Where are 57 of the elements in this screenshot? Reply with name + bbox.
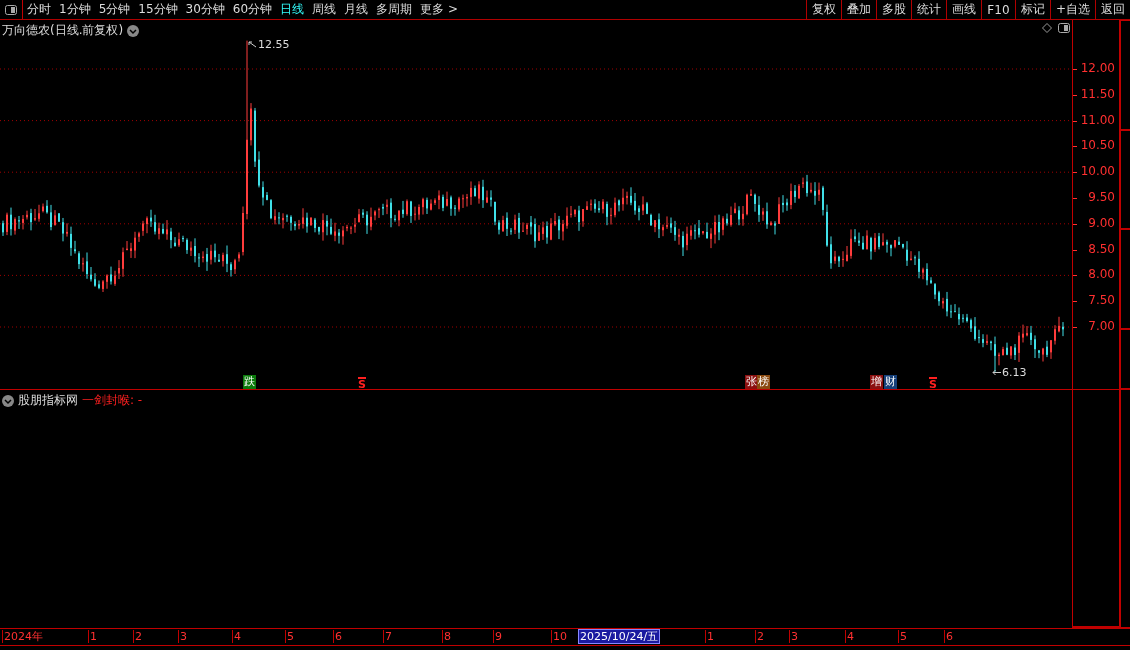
dropdown-icon[interactable]	[127, 24, 140, 37]
panel-icon[interactable]	[1058, 23, 1070, 33]
period-tab[interactable]: 60分钟	[228, 0, 277, 19]
panel-icon	[5, 4, 17, 15]
date-label: 1	[88, 630, 97, 643]
date-label: 4	[845, 630, 854, 643]
high-price-label: 12.55	[258, 38, 290, 51]
price-tick: 11.50	[1080, 86, 1115, 101]
signal-tag: 跌	[243, 375, 256, 389]
sell-signal: S	[358, 377, 366, 391]
price-tick: 10.00	[1080, 164, 1115, 179]
price-tick: 11.00	[1080, 112, 1115, 127]
period-tab[interactable]: 多周期	[372, 0, 417, 19]
date-label: 5	[898, 630, 907, 643]
arrow-icon	[248, 41, 257, 48]
date-label: 9	[493, 630, 502, 643]
price-tick: 10.50	[1080, 138, 1115, 153]
date-label: 10	[551, 630, 567, 643]
price-tick: 8.50	[1088, 241, 1115, 256]
price-tick: 9.00	[1088, 215, 1115, 230]
stock-title: 万向德农(日线.前复权)	[2, 22, 124, 39]
date-label: 8	[442, 630, 451, 643]
period-tab[interactable]: 月线	[340, 0, 373, 19]
low-price-label: 6.13	[1002, 366, 1027, 379]
price-tick: 12.00	[1080, 61, 1115, 75]
date-label: 2	[755, 630, 764, 643]
date-label: 7	[383, 630, 392, 643]
indicator-name: 股朋指标网	[18, 392, 78, 409]
signal-tag: 财	[884, 375, 897, 389]
date-label: 3	[178, 630, 187, 643]
price-tick: 8.00	[1088, 267, 1115, 282]
period-tab[interactable]: 1分钟	[55, 0, 95, 19]
period-tab[interactable]: 日线	[276, 0, 309, 19]
signal-tag: 增	[870, 375, 883, 389]
period-tab[interactable]: 更多 >	[416, 0, 462, 19]
price-tick: 7.00	[1088, 319, 1115, 333]
date-label: 2	[133, 630, 142, 643]
date-label: 4	[232, 630, 241, 643]
date-label: 3	[789, 630, 798, 643]
date-label: 6	[944, 630, 953, 643]
period-tab[interactable]: 5分钟	[94, 0, 135, 19]
indicator-value: 一剑封喉: -	[82, 392, 143, 409]
period-tab[interactable]: 周线	[308, 0, 341, 19]
period-tab[interactable]: 15分钟	[134, 0, 182, 19]
sell-signal: S	[929, 377, 937, 391]
price-tick: 7.50	[1088, 293, 1115, 308]
signal-tag: 榜	[757, 375, 770, 389]
period-tab[interactable]: 30分钟	[181, 0, 229, 19]
cursor-date: 2025/10/24/五	[578, 629, 661, 644]
date-label: 2024年	[2, 630, 43, 643]
date-label: 1	[705, 630, 714, 643]
arrow-icon	[992, 369, 1001, 376]
date-label: 5	[285, 630, 294, 643]
period-tab[interactable]: 分时	[23, 0, 55, 19]
dropdown-icon[interactable]	[2, 394, 14, 407]
date-label: 6	[333, 630, 342, 643]
price-tick: 9.50	[1088, 190, 1115, 204]
